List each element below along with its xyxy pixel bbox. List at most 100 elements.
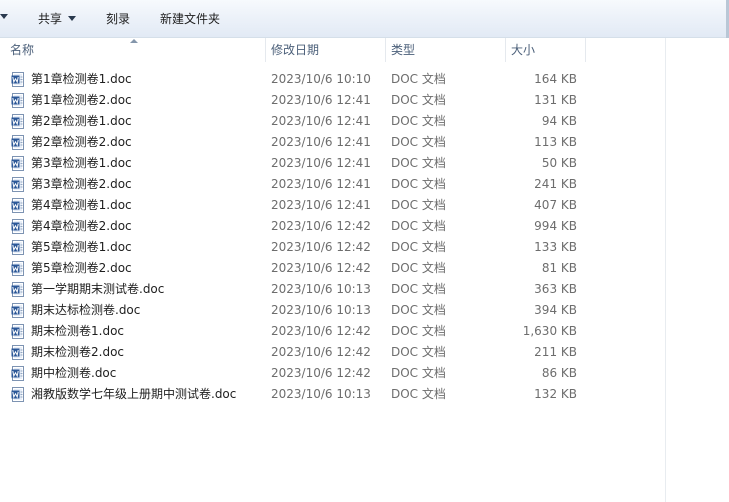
file-modified-date: 2023/10/6 12:41 <box>271 156 371 170</box>
file-name: 第4章检测卷1.doc <box>31 198 132 212</box>
file-type: DOC 文档 <box>391 240 446 254</box>
file-name: 第5章检测卷2.doc <box>31 261 132 275</box>
file-name: 第5章检测卷1.doc <box>31 240 132 254</box>
file-modified-date: 2023/10/6 12:42 <box>271 345 371 359</box>
file-type: DOC 文档 <box>391 303 446 317</box>
file-row[interactable]: 第1章检测卷2.doc 2023/10/6 12:41 DOC 文档 131 K… <box>0 90 665 111</box>
word-doc-icon <box>11 198 24 213</box>
file-size: 211 KB <box>534 345 577 359</box>
word-doc-icon <box>11 324 24 339</box>
word-doc-icon <box>11 282 24 297</box>
word-doc-icon <box>11 177 24 192</box>
file-row[interactable]: 第5章检测卷1.doc 2023/10/6 12:42 DOC 文档 133 K… <box>0 237 665 258</box>
file-modified-date: 2023/10/6 12:41 <box>271 93 371 107</box>
file-size: 363 KB <box>534 282 577 296</box>
burn-button-label: 刻录 <box>106 12 131 26</box>
column-header-name[interactable]: 名称 <box>4 38 265 62</box>
file-row[interactable]: 第4章检测卷1.doc 2023/10/6 12:41 DOC 文档 407 K… <box>0 195 665 216</box>
word-doc-icon <box>11 93 24 108</box>
column-header-name-label: 名称 <box>10 43 35 57</box>
file-name: 湘教版数学七年级上册期中测试卷.doc <box>31 387 237 401</box>
file-type: DOC 文档 <box>391 72 446 86</box>
file-row[interactable]: 期末检测卷2.doc 2023/10/6 12:42 DOC 文档 211 KB <box>0 342 665 363</box>
column-header-date-label: 修改日期 <box>271 43 320 57</box>
file-name: 第一学期期末测试卷.doc <box>31 282 165 296</box>
file-size: 241 KB <box>534 177 577 191</box>
file-type: DOC 文档 <box>391 282 446 296</box>
file-type: DOC 文档 <box>391 261 446 275</box>
file-type: DOC 文档 <box>391 387 446 401</box>
word-doc-icon <box>11 261 24 276</box>
column-header: 名称 修改日期 类型 大小 <box>0 38 729 62</box>
file-type: DOC 文档 <box>391 156 446 170</box>
file-name: 第2章检测卷2.doc <box>31 135 132 149</box>
word-doc-icon <box>11 240 24 255</box>
file-row[interactable]: 第3章检测卷2.doc 2023/10/6 12:41 DOC 文档 241 K… <box>0 174 665 195</box>
file-row[interactable]: 第1章检测卷1.doc 2023/10/6 10:10 DOC 文档 164 K… <box>0 69 665 90</box>
file-row[interactable]: 第4章检测卷2.doc 2023/10/6 12:42 DOC 文档 994 K… <box>0 216 665 237</box>
file-name: 期中检测卷.doc <box>31 366 117 380</box>
file-row[interactable]: 第2章检测卷2.doc 2023/10/6 12:41 DOC 文档 113 K… <box>0 132 665 153</box>
file-row[interactable]: 期末检测卷1.doc 2023/10/6 12:42 DOC 文档 1,630 … <box>0 321 665 342</box>
word-doc-icon <box>11 303 24 318</box>
burn-button[interactable]: 刻录 <box>106 10 130 28</box>
file-row[interactable]: 期末达标检测卷.doc 2023/10/6 10:13 DOC 文档 394 K… <box>0 300 665 321</box>
word-doc-icon <box>11 135 24 150</box>
pane-divider <box>665 38 666 502</box>
file-row[interactable]: 第2章检测卷1.doc 2023/10/6 12:41 DOC 文档 94 KB <box>0 111 665 132</box>
word-doc-icon <box>11 219 24 234</box>
file-name: 第3章检测卷2.doc <box>31 177 132 191</box>
column-header-type[interactable]: 类型 <box>385 38 505 62</box>
file-modified-date: 2023/10/6 10:13 <box>271 282 371 296</box>
file-type: DOC 文档 <box>391 93 446 107</box>
file-row[interactable]: 第3章检测卷1.doc 2023/10/6 12:41 DOC 文档 50 KB <box>0 153 665 174</box>
file-name: 期末达标检测卷.doc <box>31 303 141 317</box>
column-divider[interactable] <box>585 38 586 62</box>
word-doc-icon <box>11 72 24 87</box>
file-row[interactable]: 湘教版数学七年级上册期中测试卷.doc 2023/10/6 10:13 DOC … <box>0 384 665 405</box>
file-size: 131 KB <box>534 93 577 107</box>
file-size: 132 KB <box>534 387 577 401</box>
file-name: 第1章检测卷1.doc <box>31 72 132 86</box>
file-size: 133 KB <box>534 240 577 254</box>
file-size: 113 KB <box>534 135 577 149</box>
file-size: 394 KB <box>534 303 577 317</box>
file-modified-date: 2023/10/6 12:41 <box>271 114 371 128</box>
column-header-size[interactable]: 大小 <box>505 38 585 62</box>
file-list: 第1章检测卷1.doc 2023/10/6 10:10 DOC 文档 164 K… <box>0 69 665 405</box>
column-header-type-label: 类型 <box>391 43 416 57</box>
file-row[interactable]: 期中检测卷.doc 2023/10/6 12:42 DOC 文档 86 KB <box>0 363 665 384</box>
file-modified-date: 2023/10/6 10:10 <box>271 72 371 86</box>
file-name: 第2章检测卷1.doc <box>31 114 132 128</box>
column-header-date[interactable]: 修改日期 <box>265 38 385 62</box>
share-button[interactable]: 共享 <box>38 10 77 28</box>
file-type: DOC 文档 <box>391 135 446 149</box>
file-size: 407 KB <box>534 198 577 212</box>
file-modified-date: 2023/10/6 12:41 <box>271 135 371 149</box>
file-row[interactable]: 第5章检测卷2.doc 2023/10/6 12:42 DOC 文档 81 KB <box>0 258 665 279</box>
file-type: DOC 文档 <box>391 219 446 233</box>
file-size: 994 KB <box>534 219 577 233</box>
file-type: DOC 文档 <box>391 198 446 212</box>
word-doc-icon <box>11 366 24 381</box>
file-type: DOC 文档 <box>391 324 446 338</box>
file-name: 第1章检测卷2.doc <box>31 93 132 107</box>
column-header-size-label: 大小 <box>511 43 536 57</box>
file-size: 164 KB <box>534 72 577 86</box>
file-modified-date: 2023/10/6 12:42 <box>271 261 371 275</box>
new-folder-button[interactable]: 新建文件夹 <box>160 10 220 28</box>
file-name: 第3章检测卷1.doc <box>31 156 132 170</box>
word-doc-icon <box>11 345 24 360</box>
organize-dropdown-icon[interactable] <box>0 14 8 19</box>
file-size: 86 KB <box>541 366 577 380</box>
file-name: 期末检测卷1.doc <box>31 324 125 338</box>
word-doc-icon <box>11 156 24 171</box>
command-bar: 共享 刻录 新建文件夹 <box>0 0 729 38</box>
file-modified-date: 2023/10/6 12:42 <box>271 219 371 233</box>
file-row[interactable]: 第一学期期末测试卷.doc 2023/10/6 10:13 DOC 文档 363… <box>0 279 665 300</box>
file-modified-date: 2023/10/6 12:41 <box>271 177 371 191</box>
file-modified-date: 2023/10/6 12:42 <box>271 324 371 338</box>
file-size: 81 KB <box>541 261 577 275</box>
file-modified-date: 2023/10/6 10:13 <box>271 303 371 317</box>
word-doc-icon <box>11 114 24 129</box>
